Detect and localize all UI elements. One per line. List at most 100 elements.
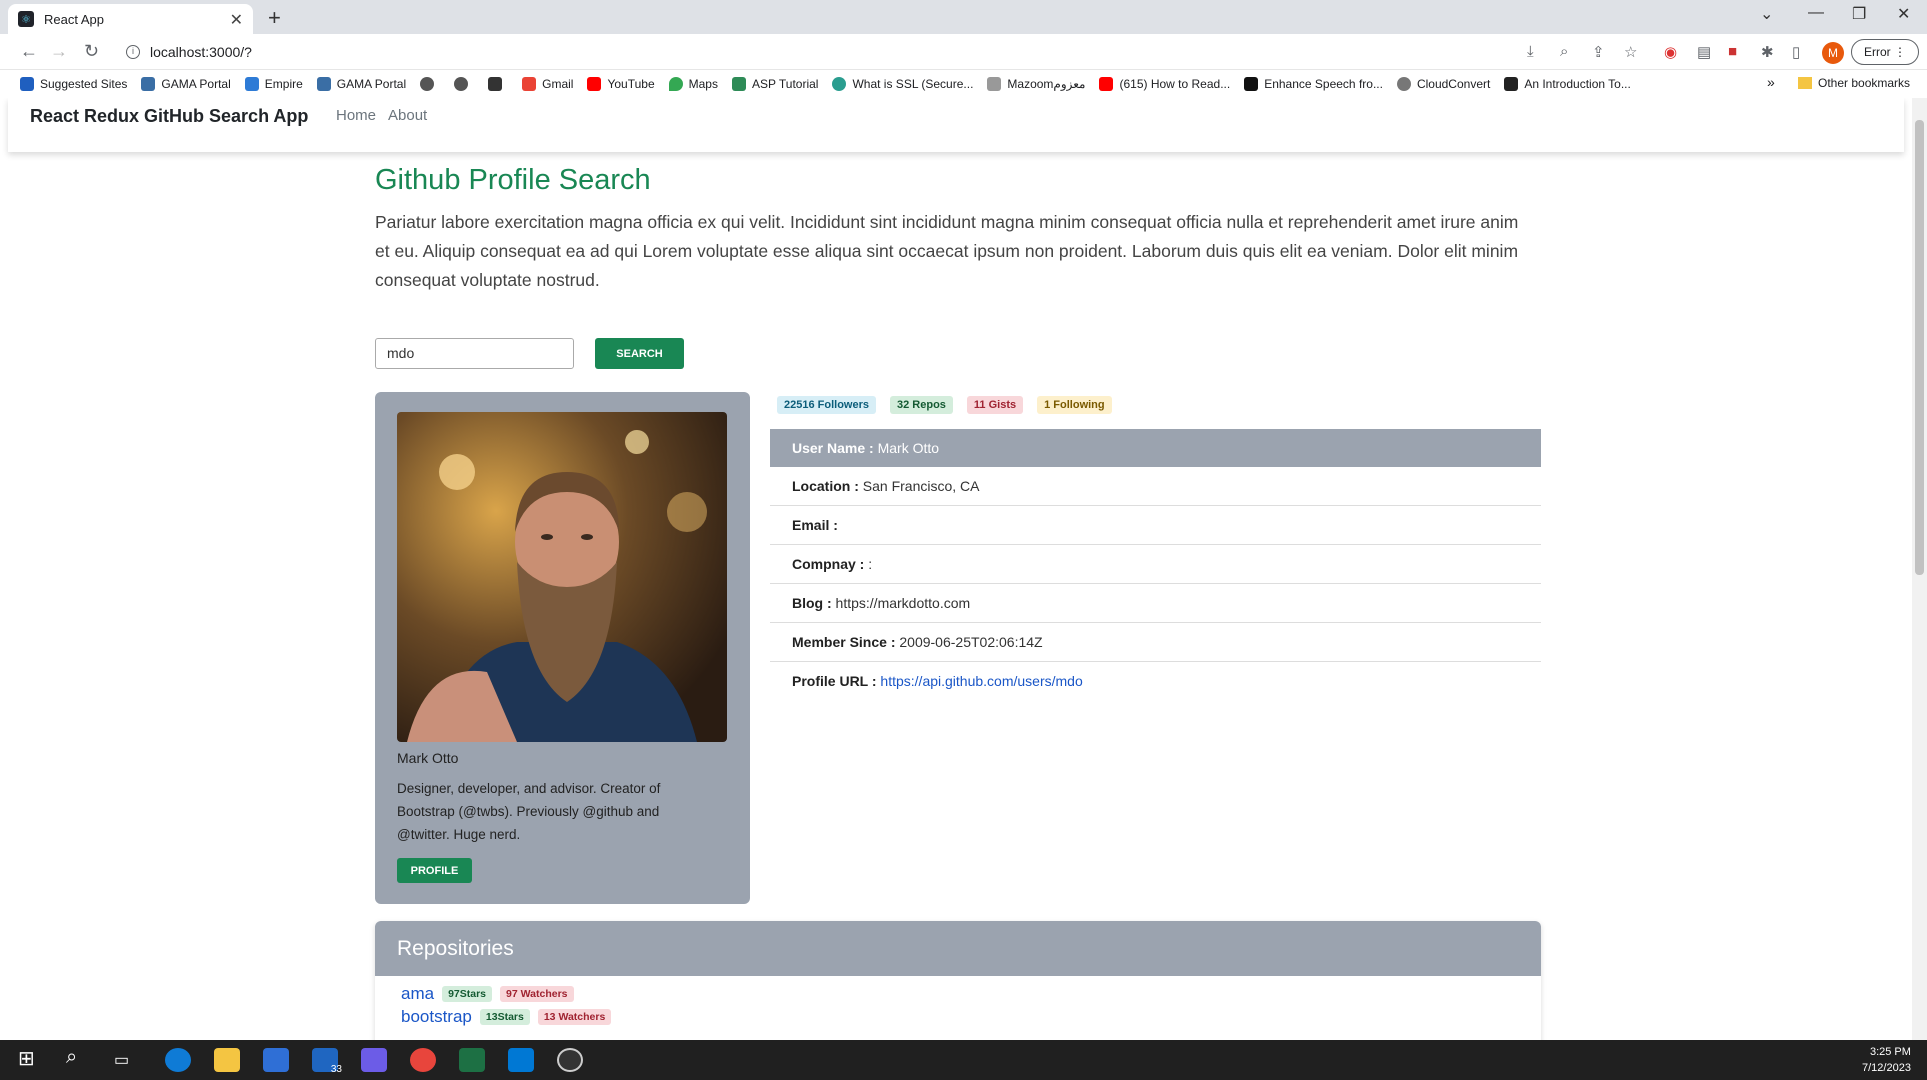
profile-button[interactable]: PROFILE — [397, 858, 472, 883]
repo-link[interactable]: ama — [401, 984, 434, 1004]
watchers-badge: 13 Watchers — [537, 1009, 612, 1025]
windows-start-icon[interactable]: ⊞ — [18, 1046, 44, 1070]
bookmark[interactable]: Mazoomمعزوم — [987, 77, 1085, 91]
nav-home[interactable]: Home — [336, 107, 376, 124]
sidepanel-icon[interactable]: ▯ — [1792, 43, 1800, 61]
media-player-icon[interactable] — [557, 1048, 583, 1072]
error-button[interactable]: Error ⋮ — [1851, 39, 1919, 65]
browser-tab-bar: ⚛ React App ✕ + ⌄ — ❐ ✕ — [0, 0, 1927, 34]
page-lead: Pariatur labore exercitation magna offic… — [375, 212, 1519, 290]
folder-icon — [1798, 77, 1812, 89]
page-scrollbar[interactable] — [1912, 98, 1927, 1040]
clock-date: 7/12/2023 — [1862, 1062, 1911, 1074]
forward-icon[interactable]: → — [50, 41, 68, 62]
extension-icon[interactable]: ▤ — [1697, 43, 1711, 61]
gists-badge: 11 Gists — [966, 396, 1024, 414]
bookmark[interactable]: YouTube — [587, 77, 655, 91]
url-bar[interactable]: i localhost:3000/? — [116, 38, 1526, 66]
bookmark[interactable] — [454, 77, 474, 91]
file-explorer-icon[interactable] — [214, 1048, 240, 1072]
app-navbar: React Redux GitHub Search App Home About — [8, 98, 1904, 152]
share-icon[interactable]: ⇪ — [1592, 43, 1605, 61]
bookmark[interactable]: Gmail — [522, 77, 573, 91]
search-button[interactable]: SEARCH — [595, 338, 684, 369]
extension-color-icon[interactable]: ◉ — [1664, 43, 1677, 61]
detail-location: Location : San Francisco, CA — [770, 467, 1541, 506]
bookmark[interactable]: Enhance Speech fro... — [1244, 77, 1383, 91]
gama-icon — [141, 77, 156, 91]
other-bookmarks[interactable]: Other bookmarks — [1798, 76, 1910, 90]
detail-blog: Blog : https://markdotto.com — [770, 584, 1541, 623]
bookmark[interactable]: (615) How to Read... — [1099, 77, 1230, 91]
bookmark[interactable]: GAMA Portal — [316, 77, 406, 91]
detail-company: Compnay : : — [770, 545, 1541, 584]
maps-icon — [668, 77, 683, 91]
excel-icon[interactable] — [459, 1048, 485, 1072]
search-icon[interactable]: ⌕ — [66, 1046, 92, 1070]
minimize-icon[interactable]: — — [1808, 4, 1824, 22]
bookmark[interactable]: CloudConvert — [1396, 77, 1490, 91]
profile-avatar[interactable]: M — [1822, 42, 1844, 64]
restore-icon[interactable]: ❐ — [1852, 4, 1866, 24]
reload-icon[interactable]: ↻ — [84, 41, 99, 62]
globe-icon — [420, 77, 435, 91]
avatar — [397, 412, 727, 742]
eye-icon — [832, 77, 847, 91]
chrome-icon[interactable] — [410, 1048, 436, 1072]
bookmark[interactable]: ASP Tutorial — [731, 77, 818, 91]
store-icon[interactable] — [263, 1048, 289, 1072]
error-label: Error — [1864, 45, 1891, 59]
more-bookmarks-icon[interactable]: » — [1767, 74, 1775, 90]
detail-member-since: Member Since : 2009-06-25T02:06:14Z — [770, 623, 1541, 662]
profile-details: User Name : Mark Otto Location : San Fra… — [770, 429, 1541, 701]
cf-icon — [1504, 77, 1519, 91]
vscode-icon[interactable] — [508, 1048, 534, 1072]
list-item: bootstrap 13Stars 13 Watchers — [401, 1007, 619, 1027]
bookmark[interactable]: Suggested Sites — [20, 77, 127, 91]
bookmark[interactable] — [488, 77, 508, 91]
install-icon[interactable]: ⤓ — [1527, 43, 1534, 60]
system-clock[interactable]: 3:25 PM 7/12/2023 — [1862, 1044, 1911, 1076]
stars-badge: 97Stars — [442, 986, 493, 1002]
stars-badge: 13Stars — [479, 1009, 530, 1025]
youtube-icon — [587, 77, 602, 91]
web-page: React Redux GitHub Search App Home About… — [0, 98, 1912, 1040]
page-title: Github Profile Search — [375, 164, 651, 196]
list-item: ama 97Stars 97 Watchers — [401, 984, 582, 1004]
mail-icon[interactable]: 33 — [312, 1048, 342, 1075]
youtube-icon — [1099, 77, 1114, 91]
tab-search-icon[interactable]: ⌄ — [1760, 4, 1773, 24]
address-bar-row: ← → ↻ i localhost:3000/? ⤓ ⌕ ⇪ ☆ ◉ ▤ ■ ✱… — [0, 34, 1927, 70]
stats-badges: 22516 Followers 32 Repos 11 Gists 1 Foll… — [777, 396, 1112, 414]
browser-tab[interactable]: ⚛ React App ✕ — [8, 4, 253, 34]
react-icon: ⚛ — [18, 11, 34, 27]
detail-email: Email : — [770, 506, 1541, 545]
bookmark[interactable] — [420, 77, 440, 91]
zoom-icon[interactable]: ⌕ — [1560, 43, 1568, 60]
mazoom-icon — [987, 77, 1002, 91]
search-input[interactable]: mdo — [375, 338, 574, 369]
new-tab-icon[interactable]: + — [268, 5, 281, 31]
task-view-icon[interactable]: ▭ — [114, 1050, 140, 1074]
bookmark[interactable]: GAMA Portal — [141, 77, 231, 91]
nav-about[interactable]: About — [388, 107, 427, 124]
scroll-thumb[interactable] — [1915, 120, 1924, 575]
profile-url-link[interactable]: https://api.github.com/users/mdo — [880, 673, 1082, 689]
back-icon[interactable]: ← — [20, 41, 38, 62]
puzzle-icon[interactable]: ✱ — [1761, 43, 1774, 61]
profile-name: Mark Otto — [397, 750, 459, 766]
edge-icon[interactable] — [165, 1048, 191, 1072]
info-icon[interactable]: i — [126, 45, 140, 59]
bookmark[interactable]: Empire — [244, 77, 303, 91]
extension-red-icon[interactable]: ■ — [1728, 43, 1737, 60]
app-brand[interactable]: React Redux GitHub Search App — [30, 106, 308, 127]
bookmark[interactable]: Maps — [668, 77, 718, 91]
close-window-icon[interactable]: ✕ — [1897, 4, 1910, 24]
watchers-badge: 97 Watchers — [500, 986, 574, 1002]
star-icon[interactable]: ☆ — [1624, 43, 1637, 61]
bookmark[interactable]: What is SSL (Secure... — [832, 77, 973, 91]
app-icon[interactable] — [361, 1048, 387, 1072]
repo-link[interactable]: bootstrap — [401, 1007, 472, 1027]
close-tab-icon[interactable]: ✕ — [230, 10, 243, 30]
bookmark[interactable]: An Introduction To... — [1504, 77, 1631, 91]
